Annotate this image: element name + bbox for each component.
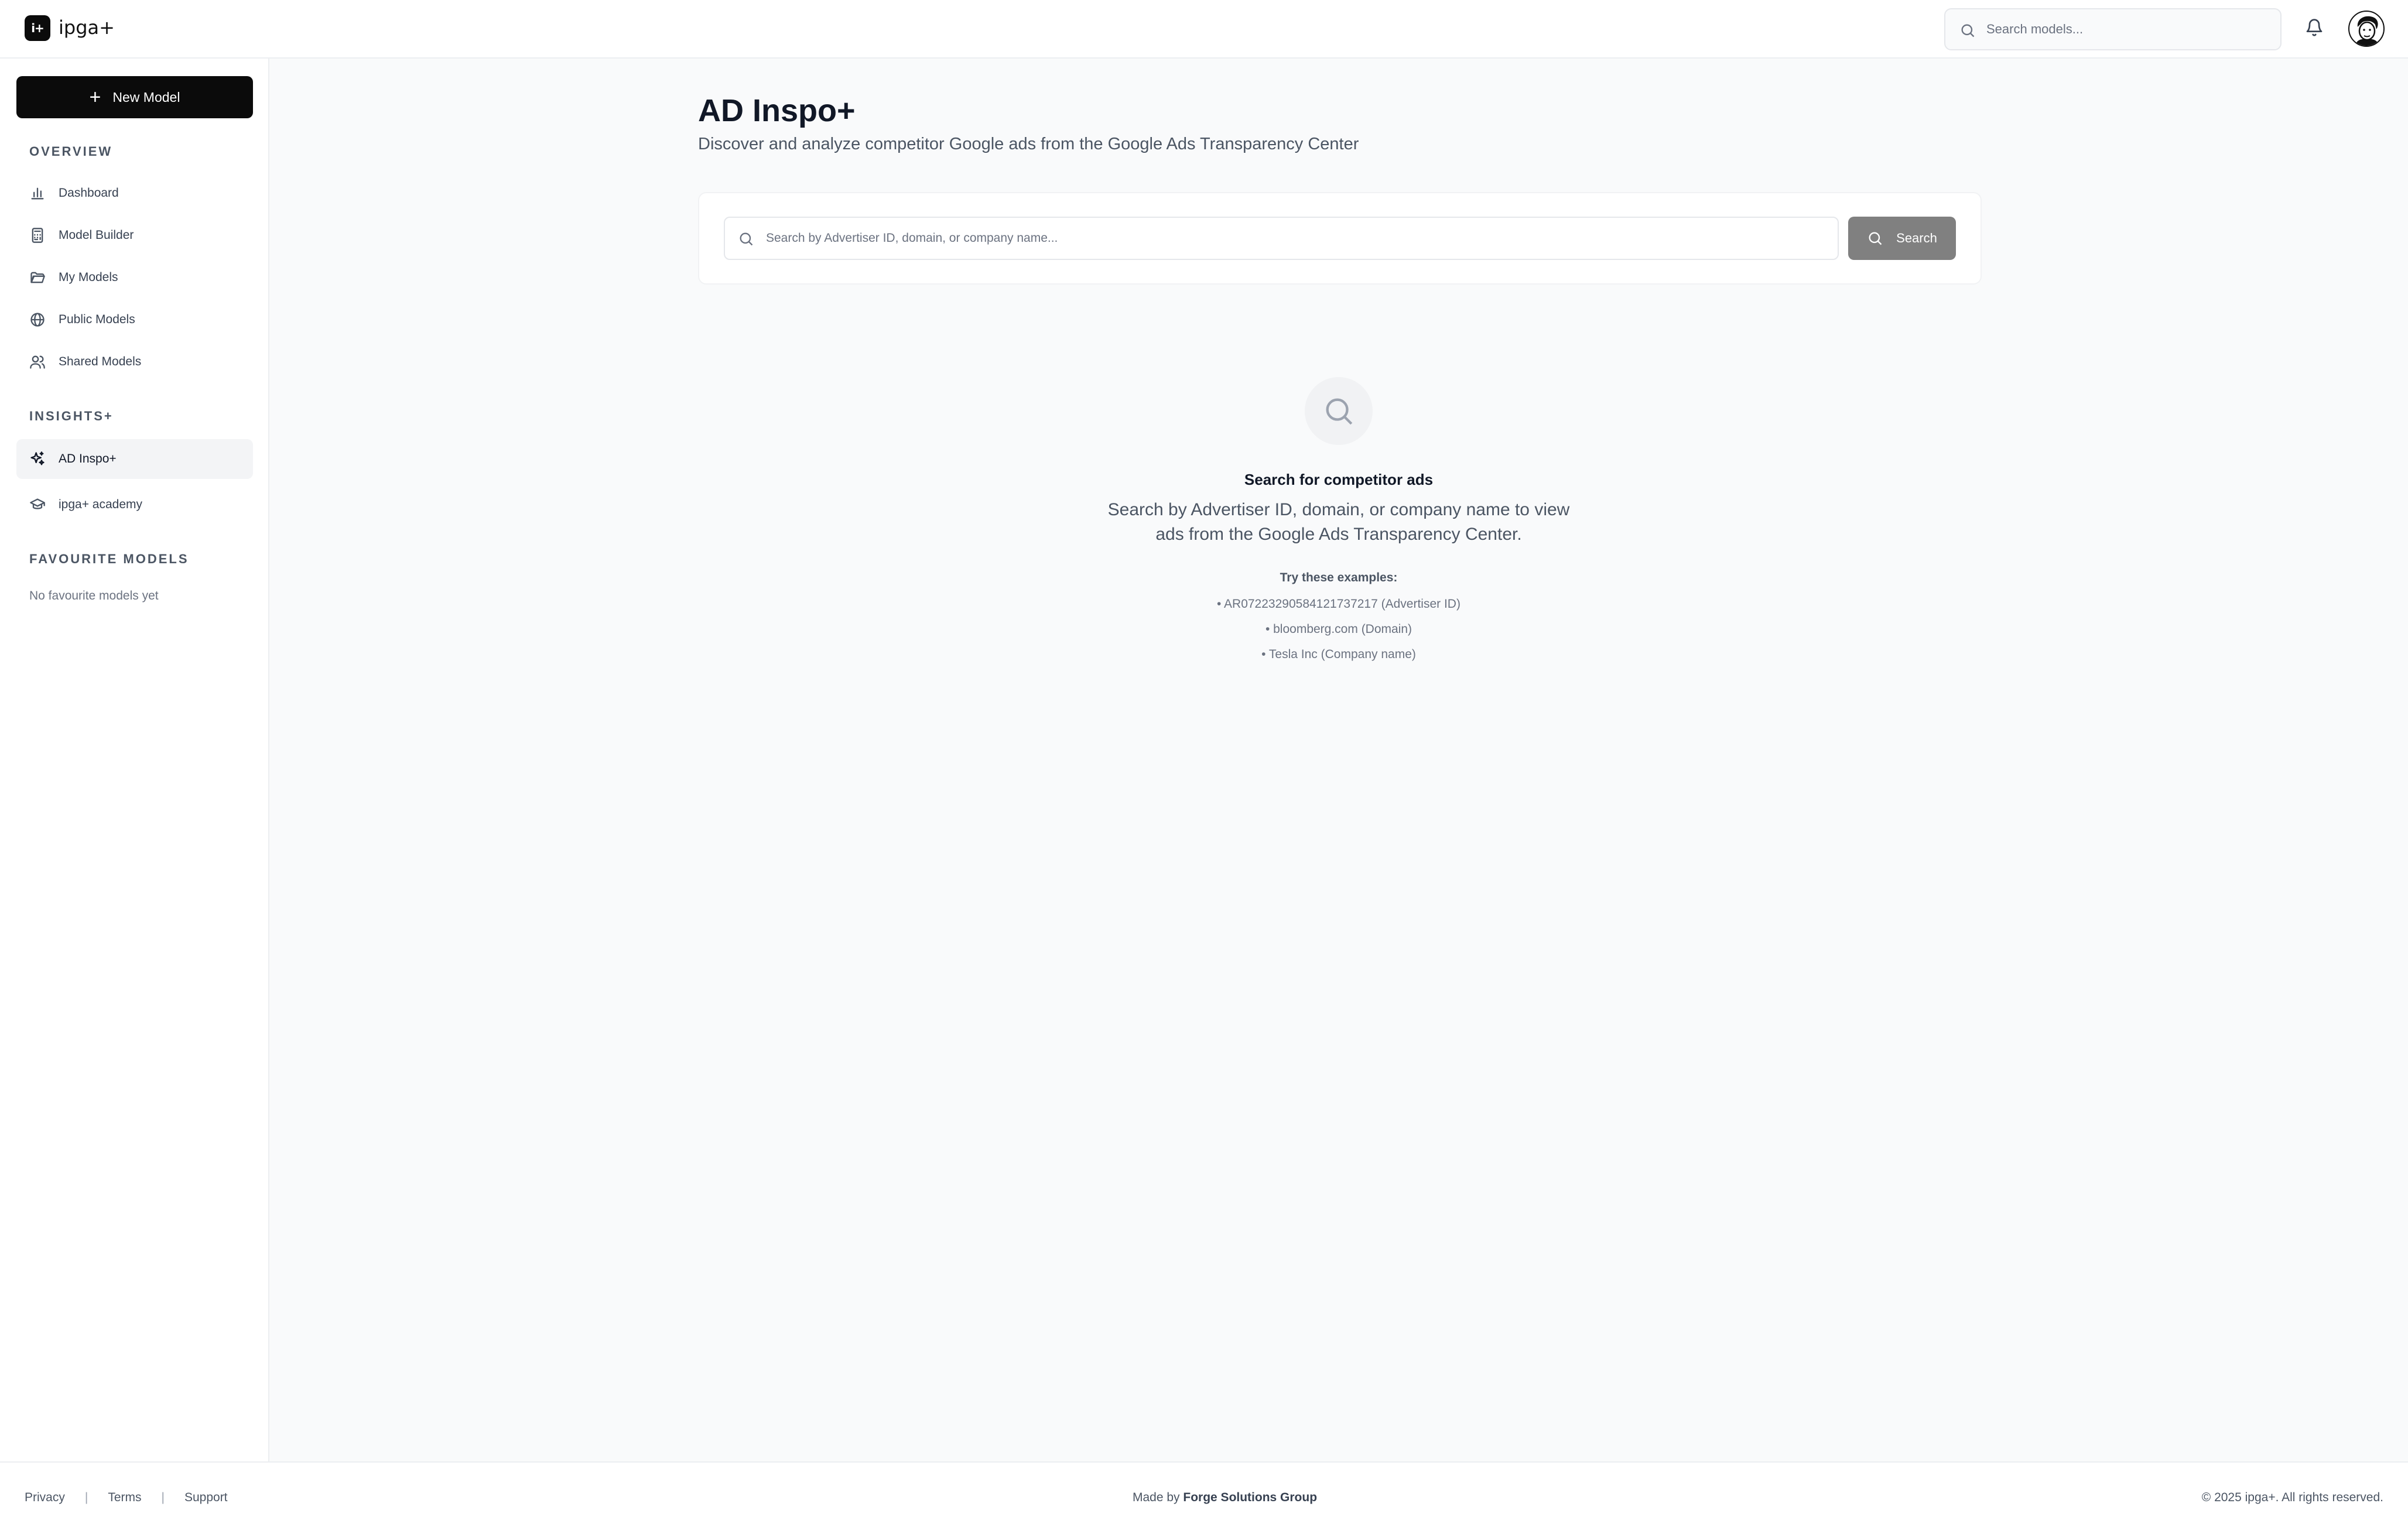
model-search-input[interactable] [1986,9,2273,49]
sidebar-item-label: My Models [59,270,118,284]
sidebar-item-label: Dashboard [59,186,119,200]
ad-search-input[interactable] [766,218,1832,259]
ad-search-card: Search [698,192,1982,285]
footer-link-terms[interactable]: Terms [108,1491,141,1505]
empty-state-description: Search by Advertiser ID, domain, or comp… [1107,500,1570,544]
bar-chart-icon [29,185,46,201]
top-bar: i+ ipga+ [0,0,2408,59]
sidebar-item-label: AD Inspo+ [59,452,117,465]
sidebar-item-public-models[interactable]: Public Models [16,300,253,340]
sidebar-item-model-builder[interactable]: Model Builder [16,215,253,255]
footer: Privacy | Terms | Support Made by Forge … [0,1461,2408,1534]
footer-made-by: Made by Forge Solutions Group [1133,1491,1317,1505]
ad-search-box [724,217,1839,260]
example-item[interactable]: • AR07223290584121737217 (Advertiser ID) [1104,597,1573,611]
empty-state-title: Search for competitor ads [1244,471,1434,488]
new-model-button[interactable]: + New Model [16,76,253,118]
sparkles-icon [29,451,46,467]
sidebar-item-label: Shared Models [59,355,142,368]
plus-icon: + [89,86,101,108]
page-subtitle: Discover and analyze competitor Google a… [698,135,1359,153]
app-name[interactable]: ipga+ [59,16,115,39]
logo-icon[interactable]: i+ [25,15,50,41]
examples-title: Try these examples: [1280,571,1398,584]
bell-icon[interactable] [2305,18,2324,37]
example-item[interactable]: • bloomberg.com (Domain) [1104,622,1573,636]
footer-copyright: © 2025 ipga+. All rights reserved. [2201,1491,2383,1504]
search-button[interactable]: Search [1848,217,1956,260]
footer-link-support[interactable]: Support [184,1491,228,1505]
sidebar-item-label: ipga+ academy [59,498,143,511]
graduation-cap-icon [29,497,46,513]
search-icon [1322,394,1356,428]
footer-links: Privacy | Terms | Support [25,1491,228,1505]
made-by-company-link[interactable]: Forge Solutions Group [1183,1491,1317,1504]
overview-section-label: OVERVIEW [29,144,113,159]
globe-icon [29,311,46,328]
made-by-prefix: Made by [1133,1491,1180,1504]
sidebar-item-ipga-academy[interactable]: ipga+ academy [16,485,253,525]
favourites-empty-text: No favourite models yet [29,589,159,602]
footer-separator: | [161,1491,165,1504]
insights-section-label: INSIGHTS+ [29,409,114,423]
sidebar-item-dashboard[interactable]: Dashboard [16,173,253,213]
example-item[interactable]: • Tesla Inc (Company name) [1104,648,1573,662]
sidebar-item-shared-models[interactable]: Shared Models [16,342,253,382]
empty-state-illustration [1305,377,1373,445]
folder-icon [29,269,46,286]
footer-link-privacy[interactable]: Privacy [25,1491,65,1505]
sidebar-item-my-models[interactable]: My Models [16,258,253,297]
page-title: AD Inspo+ [698,93,856,128]
model-search-box [1944,8,2282,50]
calculator-icon [29,227,46,244]
search-icon [738,231,754,247]
footer-separator: | [84,1491,88,1504]
new-model-label: New Model [112,89,180,105]
search-icon [1867,230,1883,246]
sidebar-item-label: Model Builder [59,228,134,242]
avatar[interactable] [2348,11,2385,47]
sidebar: + New Model OVERVIEW Dashboard Model Bui… [0,59,269,1461]
sidebar-item-ad-inspo[interactable]: AD Inspo+ [16,439,253,479]
search-icon [1959,22,1976,39]
favourites-section-label: FAVOURITE MODELS [29,552,189,566]
sidebar-item-label: Public Models [59,313,135,326]
users-icon [29,354,46,370]
search-button-label: Search [1896,231,1937,245]
